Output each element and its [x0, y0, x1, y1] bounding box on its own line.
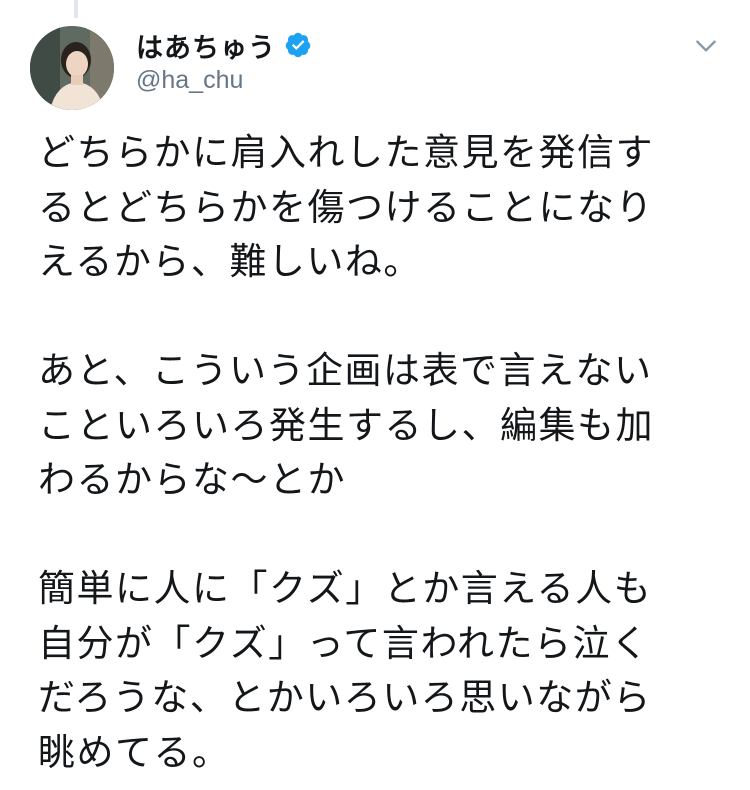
verified-badge-icon — [284, 31, 312, 59]
tweet-text-line: どちらかに肩入れした意見を発信す — [38, 131, 654, 174]
thread-connector-line — [74, 0, 78, 18]
avatar-photo — [30, 26, 114, 110]
tweet-text-line: こといろいろ発生するし、編集も加 — [38, 403, 654, 447]
chevron-down-icon[interactable] — [690, 30, 722, 62]
tweet-text-line: だろうな、とかいろいろ思いながら — [38, 676, 652, 719]
tweet-text-line: わるからな〜とか — [38, 458, 346, 501]
display-name[interactable]: はあちゅう — [136, 26, 276, 65]
tweet-text-line: るとどちらかを傷つけることになり — [38, 185, 654, 229]
author-handle[interactable]: @ha_chu — [136, 66, 243, 95]
tweet-paragraph: あと、こういう企画は表で言えない こといろいろ発生するし、編集も加 わるからな〜… — [38, 344, 718, 508]
tweet-text-line: 簡単に人に「クズ」とか言える人も — [38, 567, 653, 610]
avatar[interactable] — [30, 26, 114, 110]
tweet-text: どちらかに肩入れした意見を発信す るとどちらかを傷つけることになり えるから、難… — [38, 126, 718, 780]
tweet-text-line: えるから、難しいね。 — [38, 240, 422, 283]
tweet-card: はあちゅう @ha_chu どちらかに肩入れした意見を発信す るとどちらかを傷つ… — [0, 0, 750, 790]
author-name-row: はあちゅう — [136, 24, 312, 66]
tweet-text-line: あと、こういう企画は表で言えない — [38, 349, 653, 392]
tweet-paragraph: 簡単に人に「クズ」とか言える人も 自分が「クズ」って言われたら泣く だろうな、と… — [38, 562, 718, 780]
tweet-text-line: 眺めてる。 — [38, 730, 231, 774]
tweet-text-line: 自分が「クズ」って言われたら泣く — [38, 621, 650, 665]
tweet-paragraph: どちらかに肩入れした意見を発信す るとどちらかを傷つけることになり えるから、難… — [38, 126, 718, 290]
